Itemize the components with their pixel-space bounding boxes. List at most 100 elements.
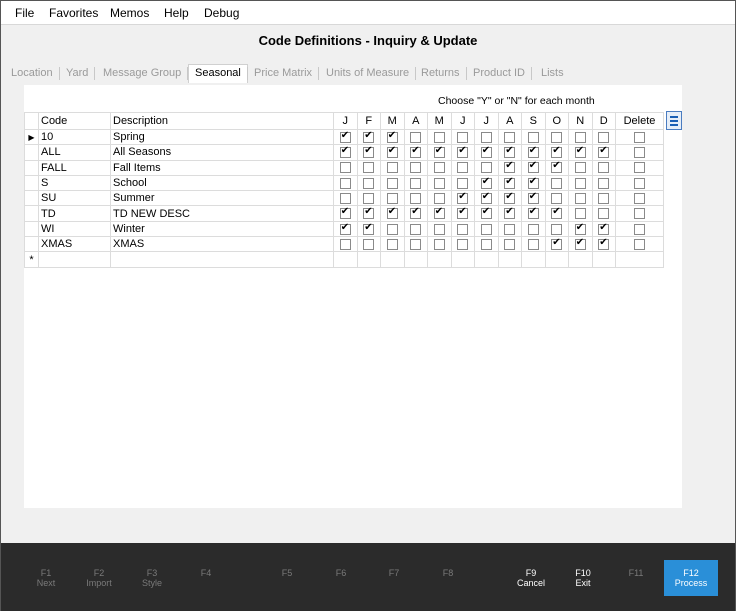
table-row[interactable]: ALL All Seasons (24, 144, 664, 161)
month-checkbox[interactable] (433, 177, 445, 189)
table-row[interactable]: ▶ 10 Spring (24, 128, 664, 146)
month-checkbox[interactable] (433, 223, 445, 235)
month-checkbox[interactable] (457, 146, 469, 159)
month-checkbox[interactable] (527, 192, 539, 204)
month-checkbox[interactable] (433, 192, 445, 204)
month-checkbox[interactable] (433, 146, 445, 159)
month-checkbox[interactable] (598, 131, 610, 143)
month-checkbox[interactable] (386, 207, 398, 220)
month-checkbox[interactable] (551, 131, 563, 143)
row-header[interactable] (24, 174, 39, 192)
month-checkbox[interactable] (574, 222, 586, 235)
month-checkbox[interactable] (480, 176, 492, 189)
month-checkbox[interactable] (504, 192, 516, 204)
month-checkbox[interactable] (480, 131, 492, 143)
code-cell[interactable]: TD (38, 205, 111, 222)
month-checkbox[interactable] (598, 162, 610, 174)
column-header-month[interactable]: M (380, 112, 405, 130)
month-checkbox[interactable] (339, 207, 351, 220)
tab-product-id[interactable]: Product ID (473, 67, 532, 80)
month-checkbox[interactable] (527, 146, 539, 159)
f5-key-button[interactable]: F5 (267, 568, 307, 578)
code-cell[interactable]: WI (38, 220, 111, 238)
table-row[interactable]: S School (24, 174, 664, 192)
f6-key-button[interactable]: F6 (321, 568, 361, 578)
grid-menu-button[interactable] (666, 111, 682, 130)
row-header[interactable] (24, 205, 39, 222)
empty-cell[interactable] (497, 251, 522, 268)
month-checkbox[interactable] (480, 162, 492, 174)
month-checkbox[interactable] (339, 177, 351, 189)
table-row[interactable]: FALL Fall Items (24, 159, 664, 176)
month-checkbox[interactable] (433, 207, 445, 220)
delete-checkbox[interactable] (634, 192, 645, 204)
month-checkbox[interactable] (386, 177, 398, 189)
month-checkbox[interactable] (551, 146, 563, 159)
description-cell[interactable] (110, 251, 334, 268)
month-checkbox[interactable] (480, 223, 492, 235)
month-checkbox[interactable] (386, 192, 398, 204)
f10-key-button[interactable]: F10 Exit (563, 568, 603, 588)
tab-returns[interactable]: Returns (421, 67, 467, 80)
month-checkbox[interactable] (551, 177, 563, 189)
f3-key-button[interactable]: F3 Style (132, 568, 172, 588)
code-cell[interactable] (38, 251, 111, 268)
description-cell[interactable]: Fall Items (110, 159, 334, 176)
month-checkbox[interactable] (480, 238, 492, 250)
month-checkbox[interactable] (504, 223, 516, 235)
column-header-month[interactable]: O (544, 112, 569, 130)
empty-cell[interactable] (450, 251, 475, 268)
tab-lists[interactable]: Lists (541, 67, 570, 80)
column-header-month[interactable]: J (450, 112, 475, 130)
empty-cell[interactable] (356, 251, 381, 268)
delete-checkbox[interactable] (634, 131, 645, 143)
description-cell[interactable]: Spring (110, 128, 334, 146)
month-checkbox[interactable] (433, 131, 445, 143)
month-checkbox[interactable] (410, 162, 422, 174)
f8-key-button[interactable]: F8 (428, 568, 468, 578)
description-cell[interactable]: Summer (110, 190, 334, 207)
month-checkbox[interactable] (551, 192, 563, 204)
empty-cell[interactable] (544, 251, 569, 268)
month-checkbox[interactable] (410, 131, 422, 143)
column-header-code[interactable]: Code (38, 112, 111, 130)
month-checkbox[interactable] (574, 162, 586, 174)
month-checkbox[interactable] (527, 176, 539, 189)
description-cell[interactable]: All Seasons (110, 144, 334, 161)
month-checkbox[interactable] (527, 131, 539, 143)
f11-key-button[interactable]: F11 (616, 568, 656, 578)
column-header-month[interactable]: F (356, 112, 381, 130)
table-row[interactable]: TD TD NEW DESC (24, 205, 664, 222)
row-header[interactable]: ▶ (24, 128, 39, 146)
month-checkbox[interactable] (363, 177, 375, 189)
tab-message-group[interactable]: Message Group (103, 67, 189, 80)
menu-help[interactable]: Help (164, 6, 189, 20)
month-checkbox[interactable] (339, 162, 351, 174)
month-checkbox[interactable] (551, 238, 563, 250)
column-header-month[interactable]: A (497, 112, 522, 130)
month-checkbox[interactable] (457, 131, 469, 143)
empty-cell[interactable] (403, 251, 428, 268)
code-cell[interactable]: ALL (38, 144, 111, 161)
month-checkbox[interactable] (574, 208, 586, 220)
month-checkbox[interactable] (433, 238, 445, 250)
month-checkbox[interactable] (551, 223, 563, 235)
month-checkbox[interactable] (410, 146, 422, 159)
column-header-month[interactable]: J (474, 112, 499, 130)
month-checkbox[interactable] (457, 238, 469, 250)
month-checkbox[interactable] (551, 161, 563, 174)
column-header-month[interactable]: A (403, 112, 428, 130)
month-checkbox[interactable] (339, 222, 351, 235)
description-cell[interactable]: TD NEW DESC (110, 205, 334, 222)
row-header[interactable] (24, 159, 39, 176)
column-header-delete[interactable]: Delete (615, 112, 664, 130)
month-checkbox[interactable] (410, 192, 422, 204)
month-checkbox[interactable] (504, 238, 516, 250)
column-header-month[interactable]: M (427, 112, 452, 130)
month-checkbox[interactable] (527, 223, 539, 235)
delete-checkbox[interactable] (634, 208, 645, 220)
row-header[interactable] (24, 190, 39, 207)
menu-favorites[interactable]: Favorites (49, 6, 98, 20)
month-checkbox[interactable] (410, 207, 422, 220)
month-checkbox[interactable] (504, 131, 516, 143)
